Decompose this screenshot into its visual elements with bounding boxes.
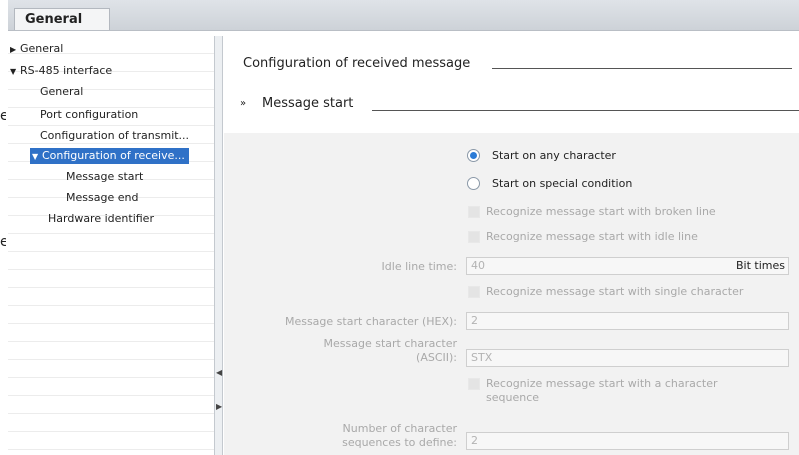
tab-general[interactable]: General	[14, 8, 110, 30]
radio-start-special-condition[interactable]	[467, 177, 480, 190]
navigation-tree: ▶ General ▼ RS-485 interface General Port …	[8, 36, 214, 455]
page-edge-fragment: e	[0, 108, 6, 124]
checkbox-label-cont: sequence	[486, 391, 540, 404]
num-sequences-label-cont: sequences to define:	[342, 436, 457, 449]
collapse-left-arrow-icon[interactable]: ◀	[216, 368, 222, 377]
tree-item-label: General	[20, 42, 64, 55]
properties-content: Configuration of received message » Mess…	[224, 36, 799, 455]
tree-item-general[interactable]: ▶ General	[10, 41, 63, 57]
checkbox-label: Recognize message start with a character	[486, 377, 718, 390]
page-edge-fragment: e	[0, 234, 6, 250]
panel-splitter[interactable]: ◀ ▶	[214, 36, 223, 455]
start-char-hex-value: 2	[471, 314, 478, 327]
idle-line-time-field[interactable]: 40 Bit times	[466, 257, 789, 275]
checkbox-idle-line[interactable]	[468, 231, 480, 243]
tree-item-message-start[interactable]: Message start	[66, 169, 143, 185]
tree-item-label: Configuration of receive...	[42, 149, 185, 162]
checkbox-label: Recognize message start with single char…	[486, 285, 744, 298]
start-char-ascii-value: STX	[471, 351, 493, 364]
checkbox-label: Recognize message start with idle line	[486, 230, 698, 243]
collapsed-triangle-icon[interactable]: ▶	[10, 42, 20, 58]
start-char-ascii-label-cont: (ASCII):	[416, 351, 457, 364]
num-sequences-value: 2	[471, 434, 478, 447]
num-sequences-field[interactable]: 2	[466, 432, 789, 450]
idle-line-time-label: Idle line time:	[381, 260, 457, 273]
tree-item-hardware-identifier[interactable]: Hardware identifier	[48, 211, 154, 227]
start-char-hex-field[interactable]: 2	[466, 312, 789, 330]
subsection-title: Message start	[262, 96, 354, 111]
num-sequences-label: Number of character	[342, 422, 457, 435]
start-char-ascii-label: Message start character	[323, 337, 458, 350]
radio-label: Start on special condition	[492, 177, 633, 190]
subsection-rule	[372, 110, 799, 111]
radio-start-any-character[interactable]	[467, 149, 480, 162]
checkbox-single-character[interactable]	[468, 286, 480, 298]
section-rule	[492, 68, 792, 69]
tree-item-port-configuration[interactable]: Port configuration	[40, 107, 138, 123]
section-title: Configuration of received message	[243, 56, 471, 71]
idle-line-time-value: 40	[471, 259, 485, 272]
tree-item-configuration-of-transmit[interactable]: Configuration of transmit...	[40, 128, 189, 144]
expand-right-arrow-icon[interactable]: ▶	[216, 402, 222, 411]
tree-item-configuration-of-receive[interactable]: ▼ Configuration of receive...	[30, 148, 189, 164]
idle-line-time-unit: Bit times	[736, 259, 785, 272]
expanded-triangle-icon[interactable]: ▼	[10, 64, 20, 80]
chevron-right-icon[interactable]: »	[240, 98, 246, 109]
tab-strip: General	[8, 0, 799, 31]
radio-label: Start on any character	[492, 149, 616, 162]
checkbox-broken-line[interactable]	[468, 206, 480, 218]
tree-item-message-end[interactable]: Message end	[66, 190, 138, 206]
expanded-triangle-icon[interactable]: ▼	[32, 149, 42, 165]
tree-item-rs485-general[interactable]: General	[40, 84, 83, 100]
tree-item-rs485-interface[interactable]: ▼ RS-485 interface	[10, 63, 112, 79]
start-char-hex-label: Message start character (HEX):	[284, 315, 457, 328]
start-char-ascii-field[interactable]: STX	[466, 349, 789, 367]
checkbox-character-sequence[interactable]	[468, 378, 480, 390]
checkbox-label: Recognize message start with broken line	[486, 205, 716, 218]
tree-item-label: RS-485 interface	[20, 64, 113, 77]
